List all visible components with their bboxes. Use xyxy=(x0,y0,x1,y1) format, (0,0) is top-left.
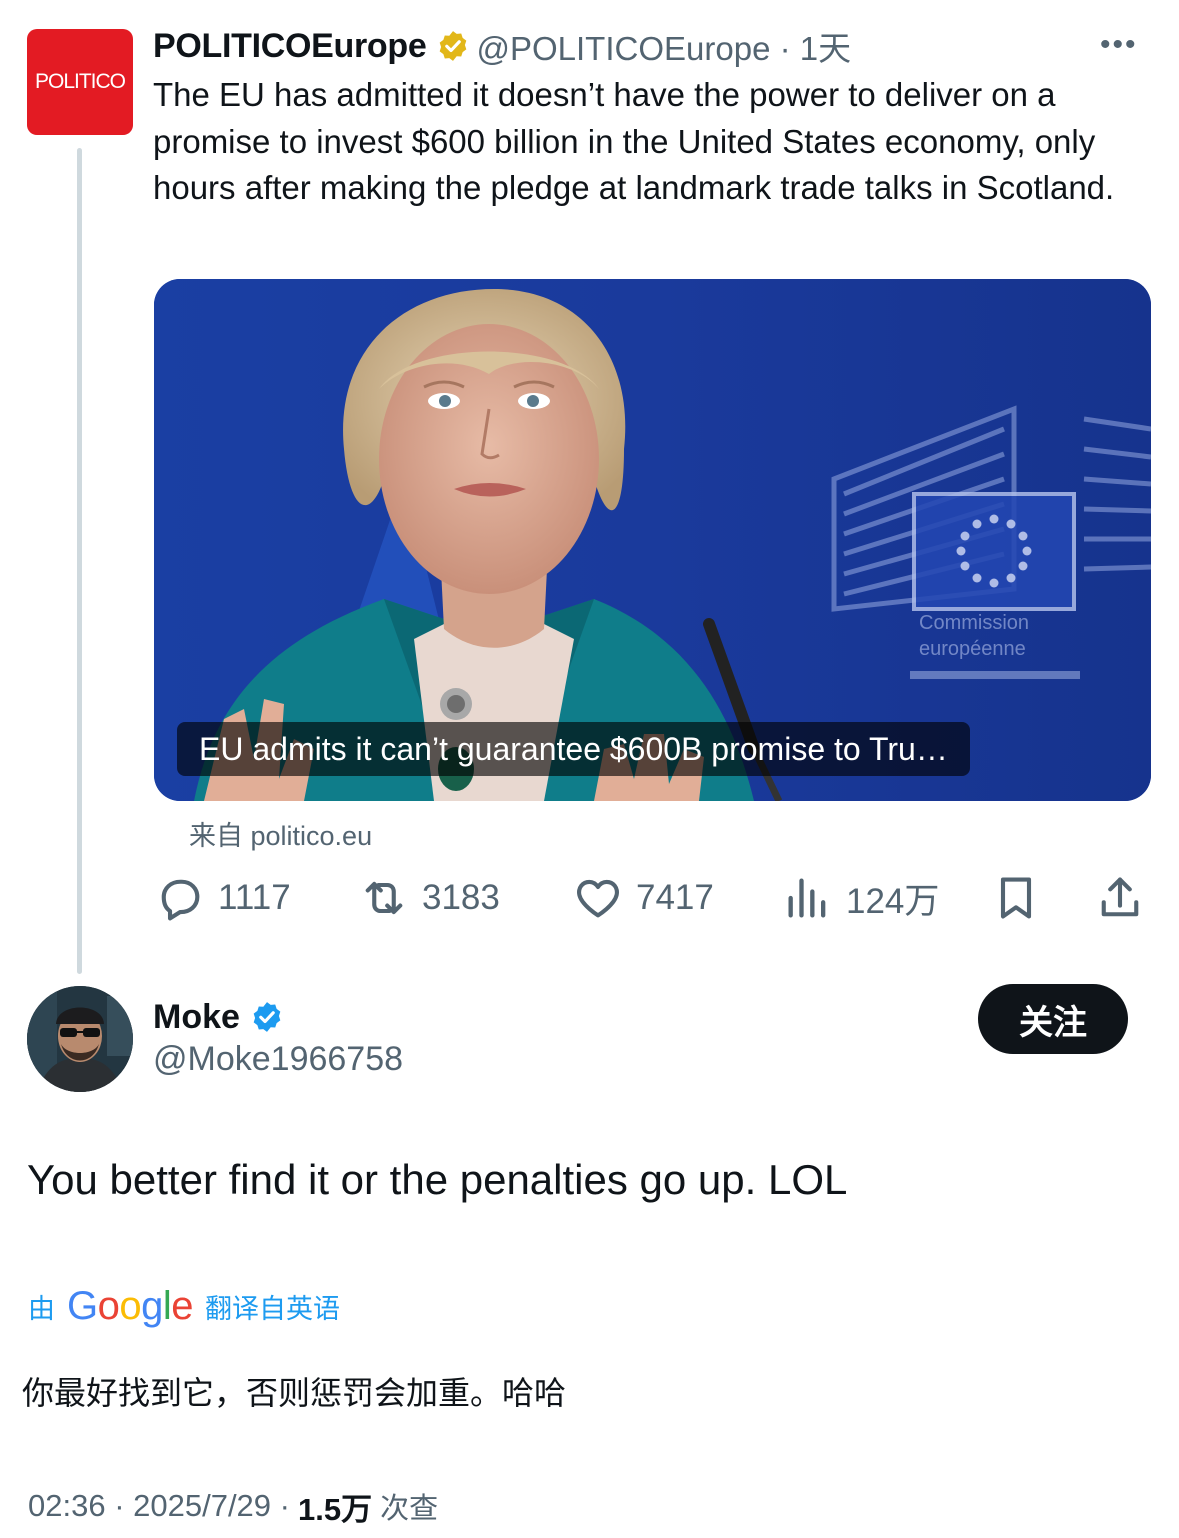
tweet-views-label: 次查 xyxy=(380,1491,439,1525)
sign-text-1: Commission xyxy=(919,612,1029,634)
like-button[interactable]: 7417 xyxy=(572,868,714,928)
retweet-button[interactable]: 3183 xyxy=(358,868,500,928)
translation-prefix: 由 xyxy=(28,1293,55,1325)
translation-suffix: 翻译自英语 xyxy=(205,1293,341,1325)
quoted-tweet-text: The EU has admitted it doesn’t have the … xyxy=(153,76,1115,206)
reply-tweet-text: You better find it or the penalties go u… xyxy=(27,1156,848,1203)
share-button[interactable] xyxy=(1094,868,1158,928)
avatar-photo xyxy=(27,986,133,1092)
retweet-icon xyxy=(365,881,403,915)
politico-logo-text: POLITICO xyxy=(34,70,126,93)
link-source[interactable]: 来自 politico.eu xyxy=(189,814,372,853)
translation-attribution[interactable]: 由 Google 翻译自英语 xyxy=(28,1283,340,1329)
reply-author-row: Moke xyxy=(153,994,284,1040)
reply-author-name[interactable]: Moke xyxy=(153,998,240,1037)
retweet-count: 3183 xyxy=(422,878,500,917)
reply-author-handle[interactable]: @Moke1966758 xyxy=(153,1040,403,1079)
follow-button[interactable]: 关注 xyxy=(978,984,1128,1054)
google-logo: Google xyxy=(67,1283,194,1328)
like-count: 7417 xyxy=(636,878,714,917)
reply-icon xyxy=(161,879,200,921)
gold-verified-badge-icon xyxy=(436,29,470,63)
thread-connector-line xyxy=(77,148,82,974)
reply-count: 1117 xyxy=(218,878,291,917)
avatar[interactable] xyxy=(27,986,133,1092)
link-card-caption[interactable]: EU admits it can’t guarantee $600B promi… xyxy=(177,722,970,776)
share-icon xyxy=(1101,877,1139,917)
views-chart-icon xyxy=(788,878,826,918)
views-count: 124万 xyxy=(846,881,940,921)
tweet-meta: 02:36 · 2025/7/29 · 1.5万 次查 xyxy=(28,1484,438,1528)
blue-verified-badge-icon xyxy=(250,1000,284,1034)
politico-avatar-logo[interactable]: POLITICO xyxy=(27,29,133,135)
sign-text-2: européenne xyxy=(919,638,1026,660)
bookmark-icon xyxy=(1000,877,1032,919)
reply-button[interactable]: 1117 xyxy=(154,868,291,928)
tweet-view-count: 1.5万 xyxy=(297,1491,373,1527)
quoted-tweet-header: POLITICOEurope @POLITICOEurope · 1天 xyxy=(153,22,851,70)
author-name[interactable]: POLITICOEurope xyxy=(153,27,427,66)
more-dots-icon[interactable]: ••• xyxy=(1100,28,1138,62)
tweet-timestamp[interactable]: 02:36 · 2025/7/29 · xyxy=(28,1488,290,1524)
views-button[interactable]: 124万 xyxy=(782,868,939,928)
tweet-action-bar: 1117 3183 7417 124万 xyxy=(150,868,1150,928)
bookmark-button[interactable] xyxy=(990,868,1054,928)
bottom-fade-overlay xyxy=(440,1480,700,1532)
translated-text: 你最好找到它，否则惩罚会加重。哈哈 xyxy=(22,1374,567,1412)
author-handle-time[interactable]: @POLITICOEurope · 1天 xyxy=(476,22,851,70)
heart-icon xyxy=(577,879,619,918)
